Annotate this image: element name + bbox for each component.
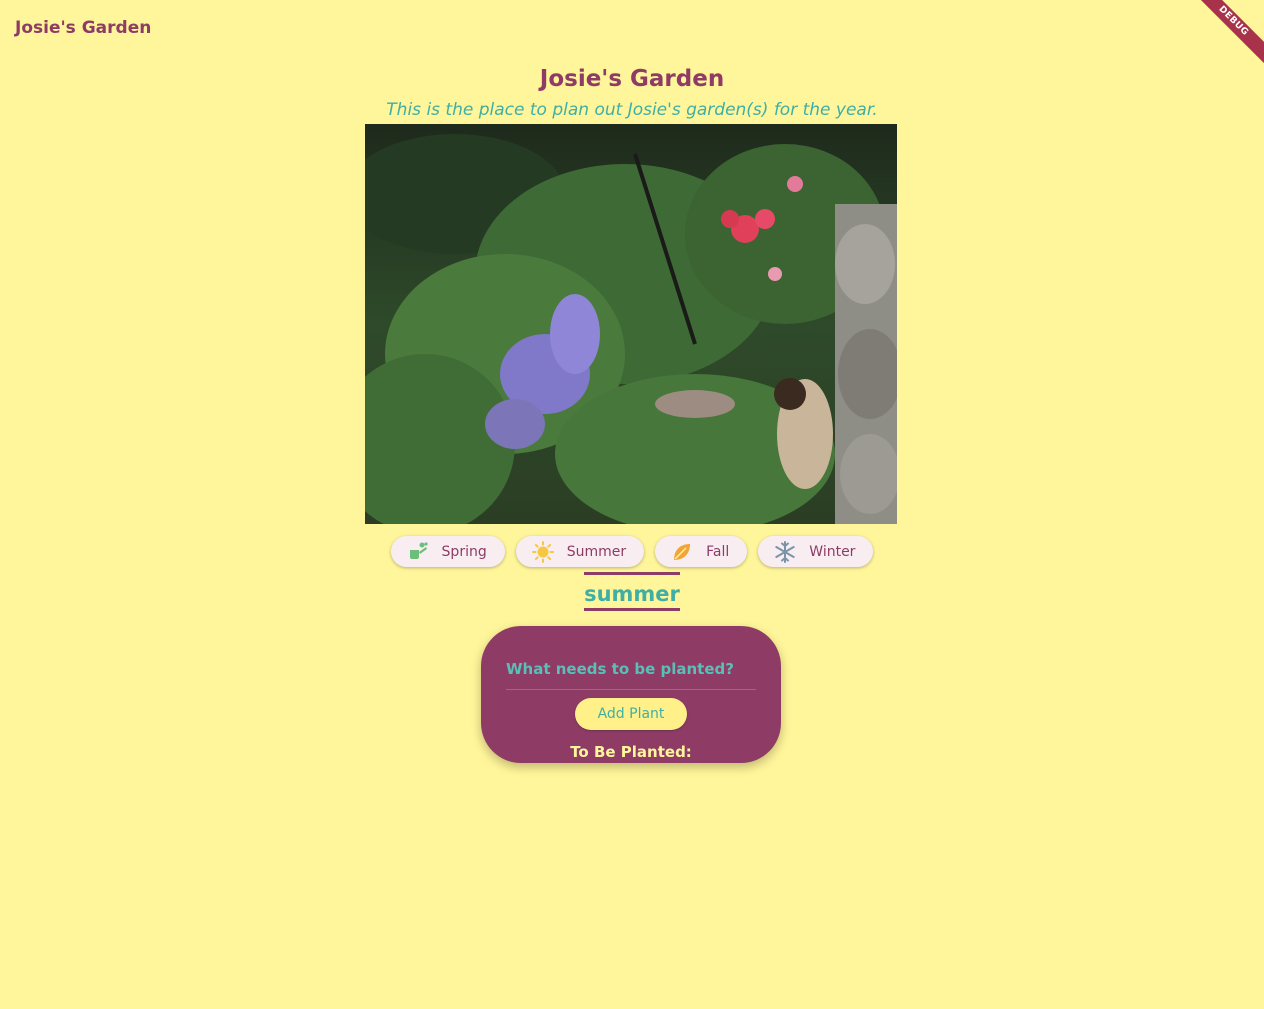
season-chip-label: Spring bbox=[441, 543, 487, 560]
sun-icon bbox=[531, 540, 554, 563]
to-be-planted-heading: To Be Planted: bbox=[570, 743, 692, 761]
season-selector: Spring Summer Fall Winter bbox=[0, 536, 1264, 567]
season-chip-label: Summer bbox=[566, 543, 627, 560]
page-subtitle: This is the place to plan out Josie's ga… bbox=[386, 100, 878, 120]
season-chip-winter[interactable]: Winter bbox=[758, 536, 874, 567]
season-chip-label: Fall bbox=[706, 543, 730, 560]
watering-can-icon bbox=[407, 541, 429, 563]
page-title: Josie's Garden bbox=[539, 66, 725, 92]
season-chip-label: Winter bbox=[809, 543, 856, 560]
leaf-icon bbox=[671, 541, 693, 563]
season-chip-summer[interactable]: Summer bbox=[515, 536, 645, 567]
garden-photo bbox=[365, 124, 897, 524]
app-bar-title: Josie's Garden bbox=[15, 18, 152, 38]
selected-season-container: summer bbox=[0, 572, 1264, 611]
debug-banner: DEBUG bbox=[1181, 0, 1264, 73]
plant-name-input[interactable] bbox=[506, 648, 756, 690]
add-plant-button[interactable]: Add Plant bbox=[575, 698, 687, 730]
selected-season-heading: summer bbox=[584, 572, 680, 611]
season-chip-spring[interactable]: Spring bbox=[390, 536, 505, 567]
snowflake-icon bbox=[774, 540, 796, 563]
plant-card: Add Plant To Be Planted: bbox=[481, 626, 781, 763]
season-chip-fall[interactable]: Fall bbox=[655, 536, 748, 567]
